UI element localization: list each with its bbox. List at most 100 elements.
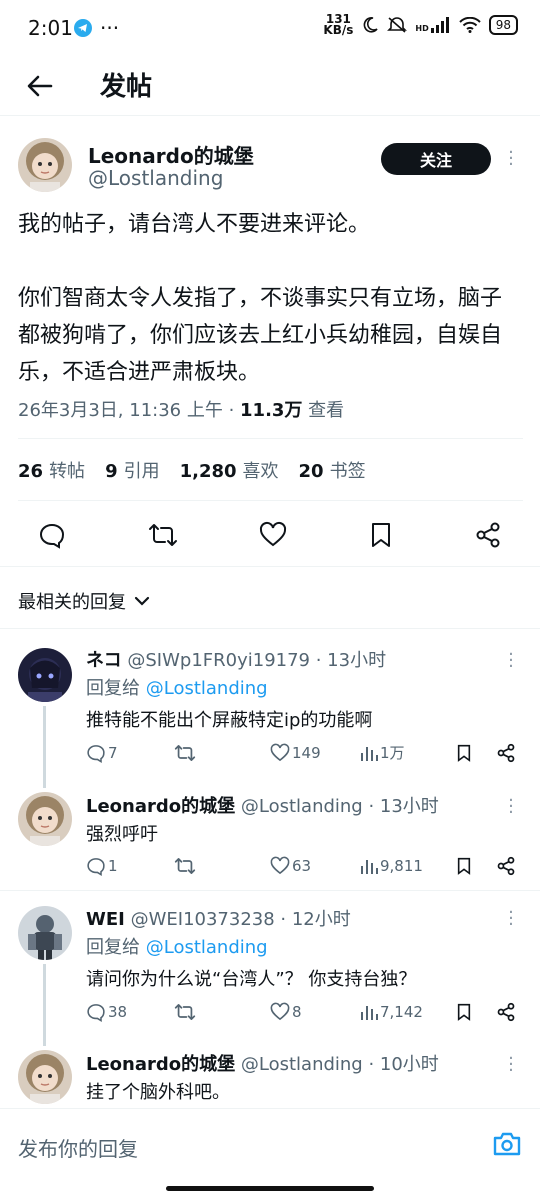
reply-bookmark-button[interactable]	[456, 856, 496, 876]
stat-quotes[interactable]: 9 引用	[105, 457, 160, 483]
stat-reposts[interactable]: 26 转帖	[18, 457, 85, 483]
post-meta: 26年3月3日, 11:36 上午 · 11.3万 查看	[18, 396, 344, 422]
replying-to-link[interactable]: @Lostlanding	[146, 678, 268, 699]
thread-line	[43, 706, 46, 788]
reply-author-name[interactable]: ネコ	[86, 650, 122, 671]
reply-author-handle[interactable]: @Lostlanding · 13小时	[241, 796, 439, 817]
share-icon	[497, 743, 515, 762]
reply-author-handle[interactable]: @SIWp1FR0yi19179 · 13小时	[127, 650, 386, 671]
reply-like-button[interactable]: 149	[270, 743, 360, 763]
hd-label: HD	[415, 24, 429, 33]
reply-like-button[interactable]: 63	[270, 856, 360, 876]
status-time: 2:01	[28, 16, 73, 40]
telegram-icon	[74, 19, 92, 37]
stat-likes[interactable]: 1,280 喜欢	[180, 457, 279, 483]
reply-repost-button[interactable]	[174, 743, 270, 763]
divider	[0, 628, 540, 629]
reply-text: 强烈呼吁	[86, 824, 158, 845]
reply-bookmark-button[interactable]	[456, 1002, 496, 1022]
reply-share-button[interactable]	[496, 1002, 516, 1022]
reply-icon[interactable]	[38, 521, 66, 549]
post-stats: 26 转帖 9 引用 1,280 喜欢 20 书签	[18, 457, 366, 483]
reply-like-button[interactable]: 8	[270, 1002, 360, 1022]
share-icon[interactable]	[474, 521, 502, 549]
replying-to: 回复给 @Lostlanding	[86, 678, 268, 699]
divider	[0, 890, 540, 891]
reply-comment-button[interactable]: 7	[86, 743, 174, 763]
reply-repost-button[interactable]	[174, 856, 270, 876]
bookmark-icon	[457, 744, 471, 762]
reply-text: 挂了个脑外科吧。	[86, 1082, 230, 1103]
home-indicator[interactable]	[166, 1186, 374, 1191]
reply-input[interactable]: 发布你的回复	[18, 1133, 138, 1162]
views-count: 11.3万	[240, 400, 303, 421]
reply-comment-button[interactable]: 1	[86, 856, 174, 876]
reply-avatar[interactable]	[18, 792, 72, 846]
status-right-icons: 131 KB/s HD 98	[323, 12, 518, 37]
author-avatar[interactable]	[18, 138, 72, 192]
signal-icon: HD	[415, 17, 450, 33]
reply-header: WEI @WEI10373238 · 12小时	[86, 905, 351, 931]
post-text: 我的帖子，请台湾人不要进来评论。 你们智商太令人发指了，不谈事实只有立场，脑子都…	[18, 212, 503, 385]
reply-author-handle[interactable]: @Lostlanding · 10小时	[241, 1054, 439, 1075]
arrow-left-icon	[27, 75, 53, 97]
views-icon	[361, 746, 378, 761]
reply-repost-button[interactable]	[174, 1002, 270, 1022]
reply-header: ネコ @SIWp1FR0yi19179 · 13小时	[86, 646, 386, 672]
stat-bookmarks[interactable]: 20 书签	[299, 457, 366, 483]
reply-bookmark-button[interactable]	[456, 743, 496, 763]
comment-icon	[87, 744, 105, 763]
post-action-bar	[18, 514, 518, 556]
page-title: 发帖	[100, 72, 153, 102]
moon-icon	[361, 16, 379, 34]
network-speed: 131 KB/s	[323, 12, 354, 37]
reply-views-button[interactable]: 7,142	[360, 1003, 456, 1021]
repost-icon	[174, 744, 196, 761]
post-timestamp: 26年3月3日, 11:36 上午 ·	[18, 400, 241, 421]
camera-icon[interactable]	[492, 1131, 522, 1157]
status-notification-icons: ···	[74, 16, 119, 40]
reply-author-name[interactable]: Leonardo的城堡	[86, 1054, 235, 1075]
heart-icon	[270, 743, 290, 761]
divider	[18, 438, 523, 439]
reply-author-name[interactable]: WEI	[86, 909, 125, 930]
reply-compose-bar: 发布你的回复	[0, 1108, 540, 1178]
reply-text: 推特能不能出个屏蔽特定ip的功能啊	[86, 710, 373, 731]
reply-avatar[interactable]	[18, 906, 72, 960]
post-more-options-icon[interactable]: · · ·	[506, 144, 516, 174]
reply-header: Leonardo的城堡 @Lostlanding · 10小时	[86, 1050, 439, 1076]
reply-comment-button[interactable]: 38	[86, 1002, 174, 1022]
author-name[interactable]: Leonardo的城堡	[88, 140, 254, 169]
battery-indicator: 98	[488, 15, 518, 35]
reply-avatar[interactable]	[18, 1050, 72, 1104]
repost-icon[interactable]	[148, 521, 178, 549]
back-button[interactable]	[22, 68, 58, 104]
follow-button[interactable]: 关注	[381, 143, 491, 175]
reply-share-button[interactable]	[496, 743, 516, 763]
bookmark-icon[interactable]	[369, 521, 393, 549]
divider	[0, 566, 540, 567]
reply-more-options-icon[interactable]: · · ·	[506, 1050, 516, 1080]
reply-avatar[interactable]	[18, 648, 72, 702]
chevron-down-icon	[134, 595, 150, 607]
reply-sort-dropdown[interactable]: 最相关的回复	[18, 588, 150, 614]
reply-action-bar: 38 8 7,142	[86, 1002, 516, 1022]
divider	[18, 500, 523, 501]
reply-share-button[interactable]	[496, 856, 516, 876]
replying-to-link[interactable]: @Lostlanding	[146, 937, 268, 958]
reply-more-options-icon[interactable]: · · ·	[506, 792, 516, 822]
like-icon[interactable]	[259, 521, 287, 549]
reply-more-options-icon[interactable]: · · ·	[506, 646, 516, 676]
author-handle[interactable]: @Lostlanding	[88, 166, 223, 190]
reply-more-options-icon[interactable]: · · ·	[506, 904, 516, 934]
status-bar: 2:01 ··· 131 KB/s HD 98	[0, 0, 540, 56]
views-label: 查看	[302, 400, 345, 421]
silent-icon	[387, 16, 408, 34]
reply-header: Leonardo的城堡 @Lostlanding · 13小时	[86, 792, 439, 818]
reply-views-button[interactable]: 9,811	[360, 857, 456, 875]
reply-author-name[interactable]: Leonardo的城堡	[86, 796, 235, 817]
reply-author-handle[interactable]: @WEI10373238 · 12小时	[131, 909, 351, 930]
reply-action-bar: 7 149 1万	[86, 742, 516, 763]
more-notifications-icon: ···	[100, 16, 120, 40]
reply-views-button[interactable]: 1万	[360, 742, 456, 763]
